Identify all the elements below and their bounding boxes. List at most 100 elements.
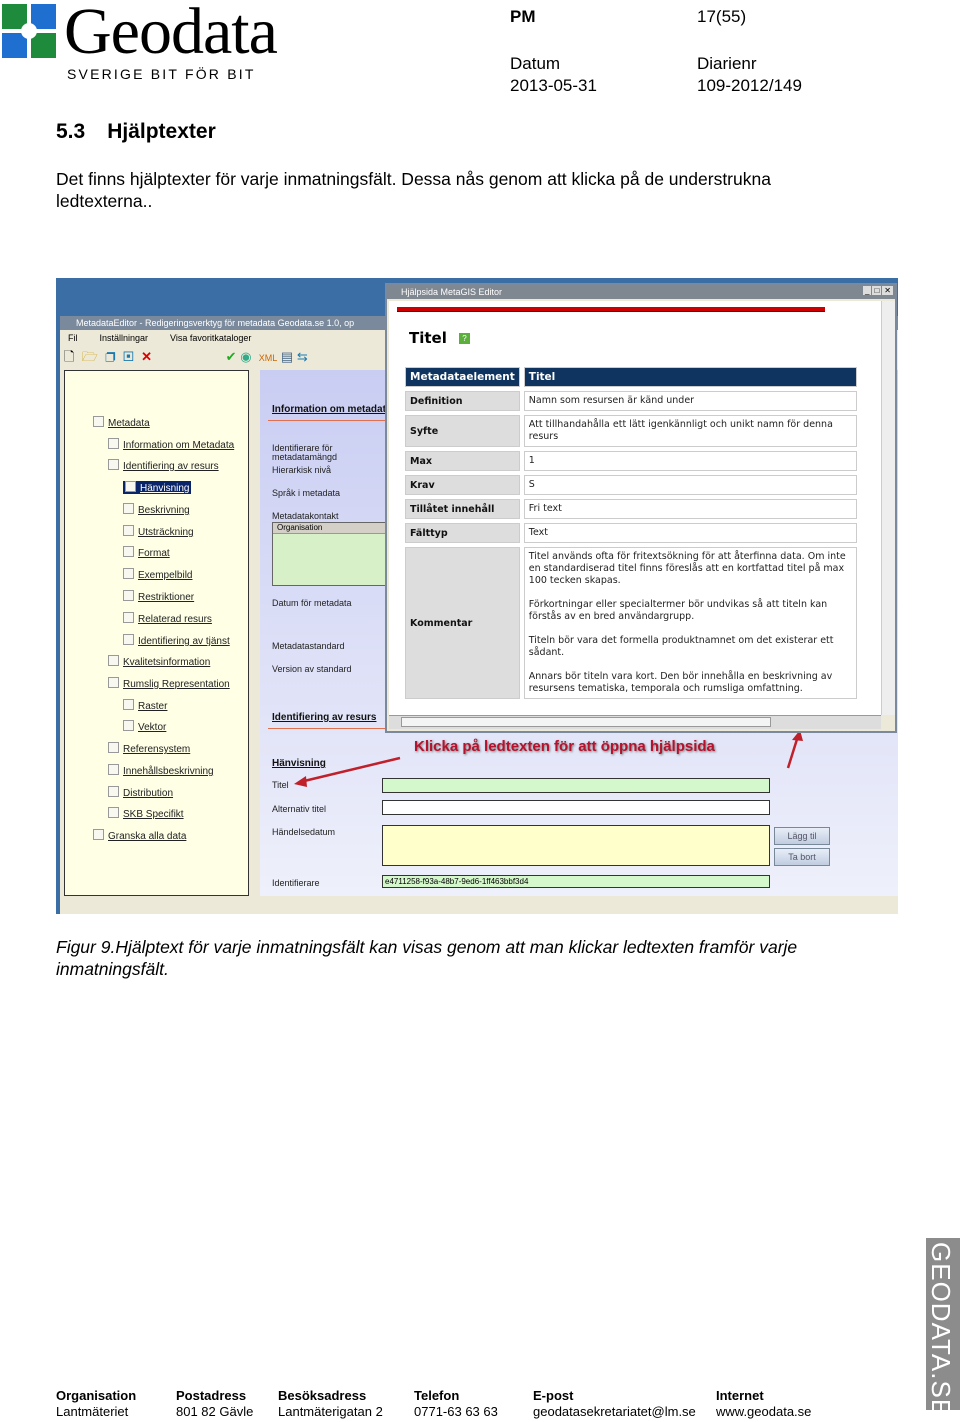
comment-paragraph: Titeln bör vara det formella produktnamn… xyxy=(528,635,834,658)
help-value: Text xyxy=(523,523,857,543)
section-heading: 5.3 Hjälptexter xyxy=(56,120,216,143)
help-row-comment: Kommentar Titel används ofta för fritexts… xyxy=(405,547,857,699)
tree-item[interactable]: Raster xyxy=(123,699,167,712)
tree-item[interactable]: Relaterad resurs xyxy=(123,612,212,625)
save-icon[interactable]: ▣ xyxy=(123,349,134,364)
tree-item[interactable]: Identifiering av resurs xyxy=(108,459,219,472)
logo-tagline: SVERIGE BIT FÖR BIT xyxy=(67,66,256,82)
label-identifier[interactable]: Identifierare xyxy=(272,878,320,888)
section-paragraph: Det finns hjälptexter för varje inmatnin… xyxy=(56,169,771,211)
help-key: Krav xyxy=(405,475,520,495)
help-row: Metadataelement Titel xyxy=(405,367,857,387)
help-key: Max xyxy=(405,451,520,471)
toolbar: 🗋 🗁 ❐ ▣ ✕ ✔ ◉ XML ▤ ⇆ xyxy=(64,348,308,366)
help-window: Hjälpsida MetaGIS Editor _ □ ✕ Titel ? Met… xyxy=(385,283,897,733)
figure-screenshot: MetadataEditor - Redigeringsverktyg för … xyxy=(56,278,898,914)
help-key: Metadataelement xyxy=(405,367,520,387)
help-row: Fälttyp Text xyxy=(405,523,857,543)
tree-item[interactable]: Utsträckning xyxy=(123,525,194,538)
tree-item[interactable]: Innehållsbeskrivning xyxy=(108,764,214,777)
label-alt-title[interactable]: Alternativ titel xyxy=(272,804,326,814)
annotation-arrows xyxy=(294,730,803,787)
grid-header: Organisation xyxy=(273,523,391,534)
minimize-icon[interactable]: _ xyxy=(863,286,872,295)
menu-fil[interactable]: Fil xyxy=(68,333,78,343)
open-icon[interactable]: 🗁 xyxy=(82,349,98,364)
label-event-date[interactable]: Händelsedatum xyxy=(272,827,335,837)
label-contact[interactable]: Metadatakontakt xyxy=(272,511,339,521)
logo-mark xyxy=(2,4,56,58)
help-horizontal-scrollbar[interactable] xyxy=(389,715,881,729)
footer-value: 801 82 Gävle xyxy=(176,1404,254,1419)
tree-item[interactable]: Identifiering av tjänst xyxy=(123,634,230,647)
help-value: Titel xyxy=(523,367,857,387)
red-rule xyxy=(397,307,825,312)
globe-icon[interactable]: ◉ xyxy=(240,349,251,364)
footer-column: Organisation Lantmäteriet xyxy=(56,1388,136,1420)
menu-favoriter[interactable]: Visa favoritkataloger xyxy=(170,333,251,343)
help-key: Kommentar xyxy=(405,547,520,699)
tree-item[interactable]: SKB Specifikt xyxy=(108,807,184,820)
copy-icon[interactable]: ❐ xyxy=(105,349,116,364)
tree-item[interactable]: Kvalitetsinformation xyxy=(108,655,210,668)
help-key: Syfte xyxy=(405,415,520,447)
section-identification[interactable]: Identifiering av resurs xyxy=(272,712,376,723)
tree-item[interactable]: Rumslig Representation xyxy=(108,677,230,690)
footer-column: Internet www.geodata.se xyxy=(716,1388,811,1420)
alt-title-input[interactable] xyxy=(382,800,770,815)
help-row: Tillåtet innehåll Fri text xyxy=(405,499,857,519)
date: 2013-05-31 xyxy=(510,76,597,95)
help-window-title: Hjälpsida MetaGIS Editor xyxy=(387,285,895,299)
contact-grid[interactable]: Organisation xyxy=(272,522,392,586)
identifier-input[interactable]: e4711258-f93a-48b7-9ed6-1ff463bbf3d4 xyxy=(382,875,770,888)
label-date-metadata[interactable]: Datum för metadata xyxy=(272,598,352,608)
comment-paragraph: Titel används ofta för fritextsökning fö… xyxy=(528,551,846,586)
close-icon[interactable]: ✕ xyxy=(882,286,893,295)
tree-item[interactable]: Metadata xyxy=(93,416,150,429)
reg-number: 109-2012/149 xyxy=(697,76,802,95)
remove-button[interactable]: Ta bort xyxy=(774,848,830,866)
validate-icon[interactable]: ✔ xyxy=(226,349,237,364)
event-date-list[interactable] xyxy=(382,825,770,866)
footer-value[interactable]: geodatasekretariatet@lm.se xyxy=(533,1404,696,1419)
footer-label: Besöksadress xyxy=(278,1388,367,1403)
label-title[interactable]: Titel xyxy=(272,780,289,790)
tree-item[interactable]: Beskrivning xyxy=(123,503,190,516)
maximize-icon[interactable]: □ xyxy=(872,286,882,295)
tree-item[interactable]: Distribution xyxy=(108,786,173,799)
label-identifier-metadata[interactable]: Identifierare för metadatamängd xyxy=(272,444,342,462)
tree-item[interactable]: Restriktioner xyxy=(123,590,194,603)
date-label: Datum xyxy=(510,54,561,73)
help-vertical-scrollbar[interactable] xyxy=(881,301,895,715)
footer-label: Telefon xyxy=(414,1388,460,1403)
save-disk-icon[interactable]: ▤ xyxy=(281,349,293,364)
xml-icon[interactable]: XML xyxy=(259,353,278,363)
doc-type: PM xyxy=(510,7,536,26)
footer-value[interactable]: www.geodata.se xyxy=(716,1404,811,1419)
tree-item[interactable]: Exempelbild xyxy=(123,568,192,581)
window-controls: _ □ ✕ xyxy=(863,286,893,295)
new-icon[interactable]: 🗋 xyxy=(64,349,74,364)
section-info-metadata[interactable]: Information om metadata xyxy=(272,404,391,415)
label-standard[interactable]: Metadatastandard xyxy=(272,641,345,651)
sync-icon[interactable]: ⇆ xyxy=(297,349,308,364)
tree-item[interactable]: Format xyxy=(123,546,170,559)
delete-icon[interactable]: ✕ xyxy=(141,349,152,364)
help-value: 1 xyxy=(523,451,857,471)
help-key: Fälttyp xyxy=(405,523,520,543)
add-button[interactable]: Lägg til xyxy=(774,827,830,845)
menu-installningar[interactable]: Inställningar xyxy=(100,333,149,343)
tree-item[interactable]: Vektor xyxy=(123,720,166,733)
tree-item[interactable]: Hänvisning xyxy=(123,481,192,494)
tree-item[interactable]: Referensystem xyxy=(108,742,190,755)
page-number: 17(55) xyxy=(697,7,747,26)
help-icon: ? xyxy=(459,333,470,344)
help-value: S xyxy=(523,475,857,495)
label-hierarchy[interactable]: Hierarkisk nivå xyxy=(272,465,331,475)
tree-item[interactable]: Information om Metadata xyxy=(108,438,234,451)
label-version[interactable]: Version av standard xyxy=(272,664,352,674)
help-heading: Titel xyxy=(409,329,447,347)
label-language[interactable]: Språk i metadata xyxy=(272,488,340,498)
footer-column: E-post geodatasekretariatet@lm.se xyxy=(533,1388,696,1420)
tree-item[interactable]: Granska alla data xyxy=(93,829,186,842)
